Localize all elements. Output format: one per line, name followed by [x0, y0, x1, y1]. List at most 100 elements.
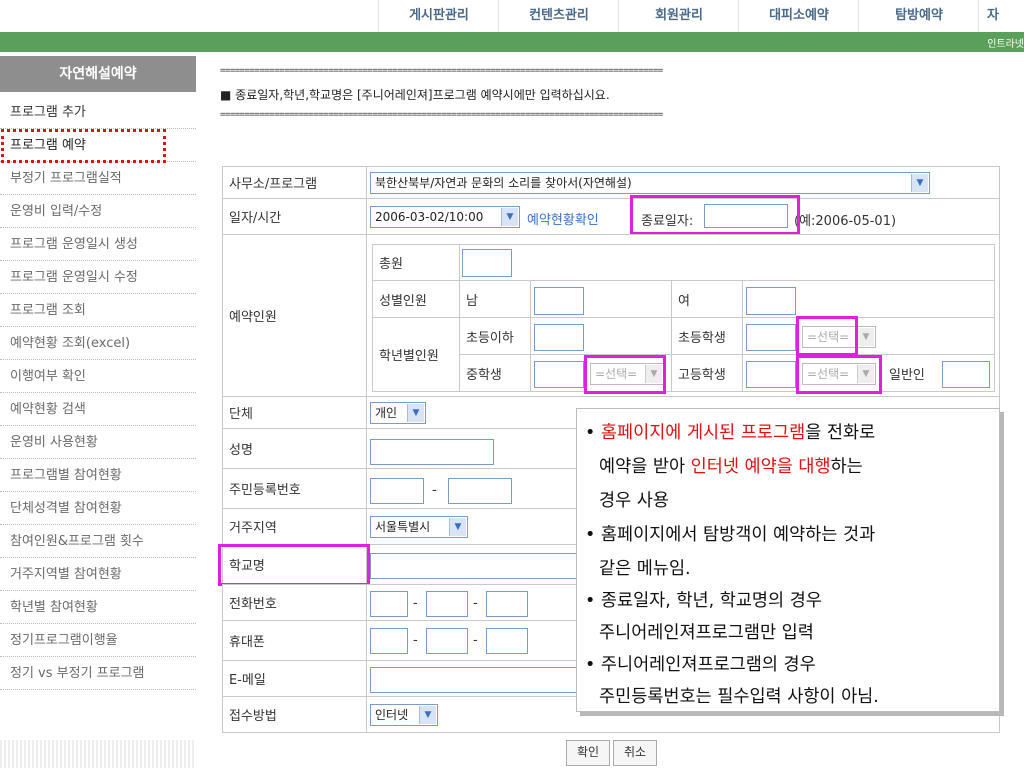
middle-label: 중학생 [459, 354, 531, 392]
ssn-label: 주민등록번호 [222, 468, 367, 509]
callout-bullet-1-line-3: 경우 사용 [599, 491, 669, 511]
office-program-select[interactable]: 북한산북부/자연과 문화의 소리를 찾아서(자연해설) ▼ [370, 172, 930, 194]
mobile-label: 휴대폰 [222, 620, 367, 661]
separator-bottom: ========================================… [220, 110, 663, 120]
sidebar-item-program-participation[interactable]: 프로그램별 참여현황 [0, 459, 196, 492]
female-input[interactable] [746, 287, 796, 315]
ssn-separator: - [432, 483, 437, 498]
callout-bullet-4-line-2: 주민등록번호는 필수입력 사항이 아님. [599, 687, 879, 707]
green-bar: 인트라넷 [0, 32, 1024, 52]
reservation-status-link[interactable]: 예약현황확인 [527, 209, 599, 228]
group-value: 개인 [375, 406, 398, 420]
sidebar-item-reservation-excel[interactable]: 예약현황 조회(excel) [0, 327, 196, 360]
grade-label: 학년별인원 [372, 317, 460, 392]
tab-content-management[interactable]: 컨텐츠관리 [498, 0, 619, 32]
sidebar-item-schedule-create[interactable]: 프로그램 운영일시 생성 [0, 228, 196, 261]
top-navigation: 게시판관리 컨텐츠관리 회원관리 대피소예약 탐방예약 자 [0, 0, 1024, 32]
highlight-school [218, 544, 370, 586]
datetime-select[interactable]: 2006-03-02/10:00 ▼ [370, 206, 520, 228]
office-label: 사무소/프로그램 [222, 166, 367, 199]
sidebar-item-regular-vs-irregular[interactable]: 정기 vs 부정기 프로그램 [0, 657, 196, 690]
email-label: E-메일 [222, 660, 367, 697]
mobile-separator-1: - [413, 633, 418, 648]
method-value: 인터넷 [375, 708, 409, 722]
middle-input[interactable] [534, 361, 584, 388]
sidebar-footer-pattern [0, 740, 196, 768]
callout-text-2: 예약을 받아 [599, 457, 691, 477]
ssn-input-2[interactable] [448, 478, 512, 504]
tab-board-management[interactable]: 게시판관리 [378, 0, 499, 32]
datetime-value: 2006-03-02/10:00 [375, 210, 484, 224]
highlight-elementary-grade [796, 316, 858, 356]
callout-text-3: 하는 [830, 457, 863, 477]
phone-input-3[interactable] [486, 591, 528, 617]
male-label: 남 [459, 280, 531, 318]
region-label: 거주지역 [222, 508, 367, 545]
selected-item-highlight [1, 129, 166, 163]
female-label: 여 [671, 280, 743, 318]
mobile-input-3[interactable] [486, 628, 528, 654]
sidebar-item-schedule-edit[interactable]: 프로그램 운영일시 수정 [0, 261, 196, 294]
sidebar-item-group-participation[interactable]: 단체성격별 참여현황 [0, 492, 196, 525]
sidebar-item-region-participation[interactable]: 거주지역별 참여현황 [0, 558, 196, 591]
mobile-input-1[interactable] [370, 628, 408, 654]
sidebar-item-reservation-search[interactable]: 예약현황 검색 [0, 393, 196, 426]
tab-trail-reservation[interactable]: 탐방예약 [858, 0, 979, 32]
sidebar-item-regular-fulfillment[interactable]: 정기프로그램이행율 [0, 624, 196, 657]
sidebar-item-program-search[interactable]: 프로그램 조회 [0, 294, 196, 327]
intranet-link[interactable]: 인트라넷 [987, 35, 1024, 50]
highlight-high-grade [796, 355, 882, 394]
region-select[interactable]: 서울특별시 ▼ [370, 516, 468, 538]
sidebar-item-operating-cost[interactable]: 운영비 입력/수정 [0, 195, 196, 228]
adult-label: 일반인 [889, 368, 925, 383]
phone-label: 전화번호 [222, 584, 367, 621]
tab-member-management[interactable]: 회원관리 [618, 0, 739, 32]
notice-text: ■ 종료일자,학년,학교명은 [주니어레인져]프로그램 예약시에만 입력하십시요… [220, 88, 610, 102]
phone-input-2[interactable] [426, 591, 468, 617]
callout-bullet-1-line-1: • 홈페이지에 게시된 프로그램을 전화로 [585, 419, 875, 447]
gender-label: 성별인원 [372, 280, 460, 318]
tab-shelter-reservation[interactable]: 대피소예약 [738, 0, 859, 32]
callout-bullet-2-line-2: 같은 메뉴임. [599, 559, 691, 579]
total-cell [459, 244, 995, 281]
total-input[interactable] [462, 249, 512, 277]
sidebar-item-add-program[interactable]: 프로그램 추가 [0, 96, 196, 129]
high-input[interactable] [746, 361, 796, 388]
adult-input[interactable] [942, 361, 990, 388]
mobile-separator-2: - [473, 633, 478, 648]
group-select[interactable]: 개인 ▼ [370, 402, 426, 424]
phone-separator-2: - [473, 596, 478, 611]
phone-input-1[interactable] [370, 591, 408, 617]
sidebar-item-participants-count[interactable]: 참여인원&프로그램 횟수 [0, 525, 196, 558]
name-input[interactable] [370, 439, 494, 465]
datetime-label: 일자/시간 [222, 198, 367, 235]
chevron-down-icon: ▼ [419, 706, 436, 724]
total-label: 총원 [372, 244, 460, 281]
chevron-down-icon: ▼ [407, 404, 424, 422]
callout-bullet-3-line-2: 주니어레인져프로그램만 입력 [599, 623, 814, 643]
callout-highlight-1: 홈페이지에 게시된 프로그램 [600, 423, 806, 443]
sidebar-item-irregular-results[interactable]: 부정기 프로그램실적 [0, 162, 196, 195]
email-input[interactable] [370, 667, 580, 693]
callout-text-1: 을 전화로 [805, 423, 876, 443]
school-input[interactable] [370, 553, 580, 579]
sidebar-item-cost-usage[interactable]: 운영비 사용현황 [0, 426, 196, 459]
preschool-input[interactable] [534, 324, 584, 351]
preschool-label: 초등이하 [459, 317, 531, 355]
sidebar-item-fulfillment-check[interactable]: 이행여부 확인 [0, 360, 196, 393]
cancel-button[interactable]: 취소 [613, 740, 657, 766]
method-select[interactable]: 인터넷 ▼ [370, 704, 438, 726]
sidebar-header: 자연해설예약 [0, 56, 196, 92]
phone-separator-1: - [413, 596, 418, 611]
mobile-input-2[interactable] [426, 628, 468, 654]
male-input[interactable] [534, 287, 584, 315]
callout-bullet-4-line-1: • 주니어레인져프로그램의 경우 [585, 655, 816, 675]
end-date-example: (예:2006-05-01) [794, 214, 897, 229]
ssn-input-1[interactable] [370, 478, 424, 504]
callout-bullet-2-line-1: • 홈페이지에서 탐방객이 예약하는 것과 [585, 525, 876, 545]
confirm-button[interactable]: 확인 [566, 740, 610, 766]
sidebar-item-grade-participation[interactable]: 학년별 참여현황 [0, 591, 196, 624]
elementary-input[interactable] [746, 324, 796, 351]
tab-partial[interactable]: 자 [978, 0, 1024, 32]
callout-bullet-1-line-2: 예약을 받아 인터넷 예약을 대행하는 [599, 453, 863, 481]
